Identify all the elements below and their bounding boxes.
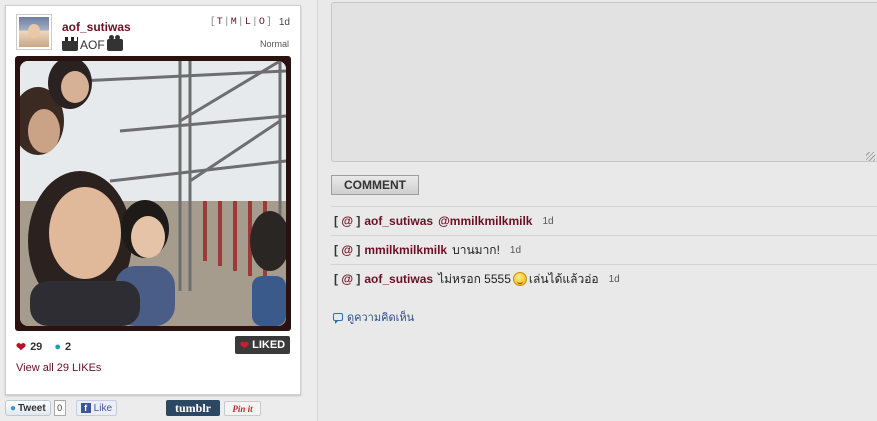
tweet-label: Tweet	[18, 402, 46, 414]
comment-count: 2	[64, 341, 72, 353]
clapperboard-icon	[62, 37, 78, 51]
comment-mention[interactable]: @mmilkmilkmilk	[438, 214, 532, 228]
view-comments-label: ดูความคิดเห็น	[347, 312, 415, 324]
tumblr-share-button[interactable]: tumblr	[166, 400, 220, 416]
heart-icon: ❤	[239, 339, 250, 352]
share-bar: ● Tweet 0 f Like	[5, 400, 118, 416]
size-link-l[interactable]: L	[245, 17, 252, 28]
comment-text-after: เล่นได้แล้วอ่อ	[528, 271, 599, 286]
view-all-likes-link[interactable]: View all 29 LIKEs	[16, 362, 101, 374]
comment-username[interactable]: aof_sutiwas	[364, 272, 433, 286]
post-card: aof_sutiwas AOF [ T | M | L | O ] 1d Nor…	[5, 5, 301, 395]
avatar[interactable]	[16, 14, 52, 50]
photo-frame	[15, 56, 291, 331]
caption-text: AOF	[80, 38, 105, 52]
reply-at-button[interactable]: @	[338, 243, 356, 257]
comment-text: ไม่หรอก 5555	[438, 271, 511, 286]
photo-illustration	[20, 61, 286, 326]
comment-item: [ @ ] aof_sutiwas @mmilkmilkmilk 1d	[331, 206, 877, 235]
like-count: 29	[30, 341, 43, 353]
tweet-count: 0	[53, 400, 66, 416]
textarea-resize-grip[interactable]	[866, 152, 875, 161]
facebook-icon: f	[80, 403, 91, 413]
size-links: [ T | M | L | O ] 1d	[209, 17, 290, 28]
size-link-o[interactable]: O	[259, 17, 266, 28]
avatar-image	[19, 17, 49, 47]
post-caption: AOF	[62, 35, 123, 52]
view-comments-link[interactable]: ดูความคิดเห็น	[333, 308, 414, 326]
comment-text: บานมาก!	[452, 242, 500, 257]
post-stats: ❤ 29 ● 2	[16, 340, 71, 354]
comment-item: [ @ ] mmilkmilkmilk บานมาก! 1d	[331, 235, 877, 264]
post-username[interactable]: aof_sutiwas	[62, 20, 131, 34]
comment-submit-button[interactable]: COMMENT	[331, 175, 419, 195]
comment-list: [ @ ] aof_sutiwas @mmilkmilkmilk 1d [ @ …	[331, 206, 877, 293]
twitter-bird-icon: ●	[10, 402, 17, 414]
smiley-icon	[512, 272, 527, 286]
post-time: 1d	[278, 17, 290, 28]
facebook-like-label: Like	[93, 402, 113, 414]
liked-label: LIKED	[252, 339, 286, 351]
tweet-button[interactable]: ● Tweet	[5, 400, 51, 416]
reply-at-button[interactable]: @	[338, 272, 356, 286]
speech-bubble-icon: ●	[54, 341, 61, 353]
size-link-m[interactable]: M	[231, 17, 238, 28]
liked-button[interactable]: ❤ LIKED	[235, 336, 290, 354]
size-link-t[interactable]: T	[217, 17, 224, 28]
comment-time: 1d	[509, 244, 522, 256]
comment-username[interactable]: aof_sutiwas	[364, 214, 433, 228]
movie-camera-icon	[106, 35, 123, 51]
pin-it-button[interactable]: Pin it	[224, 401, 261, 416]
comment-time: 1d	[608, 273, 620, 285]
heart-icon: ❤	[16, 340, 27, 354]
comment-icon	[333, 313, 343, 324]
filter-name: Normal	[259, 39, 289, 49]
reply-at-button[interactable]: @	[338, 214, 356, 228]
post-column: aof_sutiwas AOF [ T | M | L | O ] 1d Nor…	[0, 0, 318, 421]
comment-time: 1d	[542, 215, 554, 227]
comment-username[interactable]: mmilkmilkmilk	[364, 243, 447, 257]
comment-item: [ @ ] aof_sutiwas ไม่หรอก 5555 เล่นได้แล…	[331, 264, 877, 293]
comment-textarea[interactable]	[331, 2, 877, 162]
post-photo[interactable]	[20, 61, 286, 326]
facebook-like-button[interactable]: f Like	[75, 400, 118, 416]
